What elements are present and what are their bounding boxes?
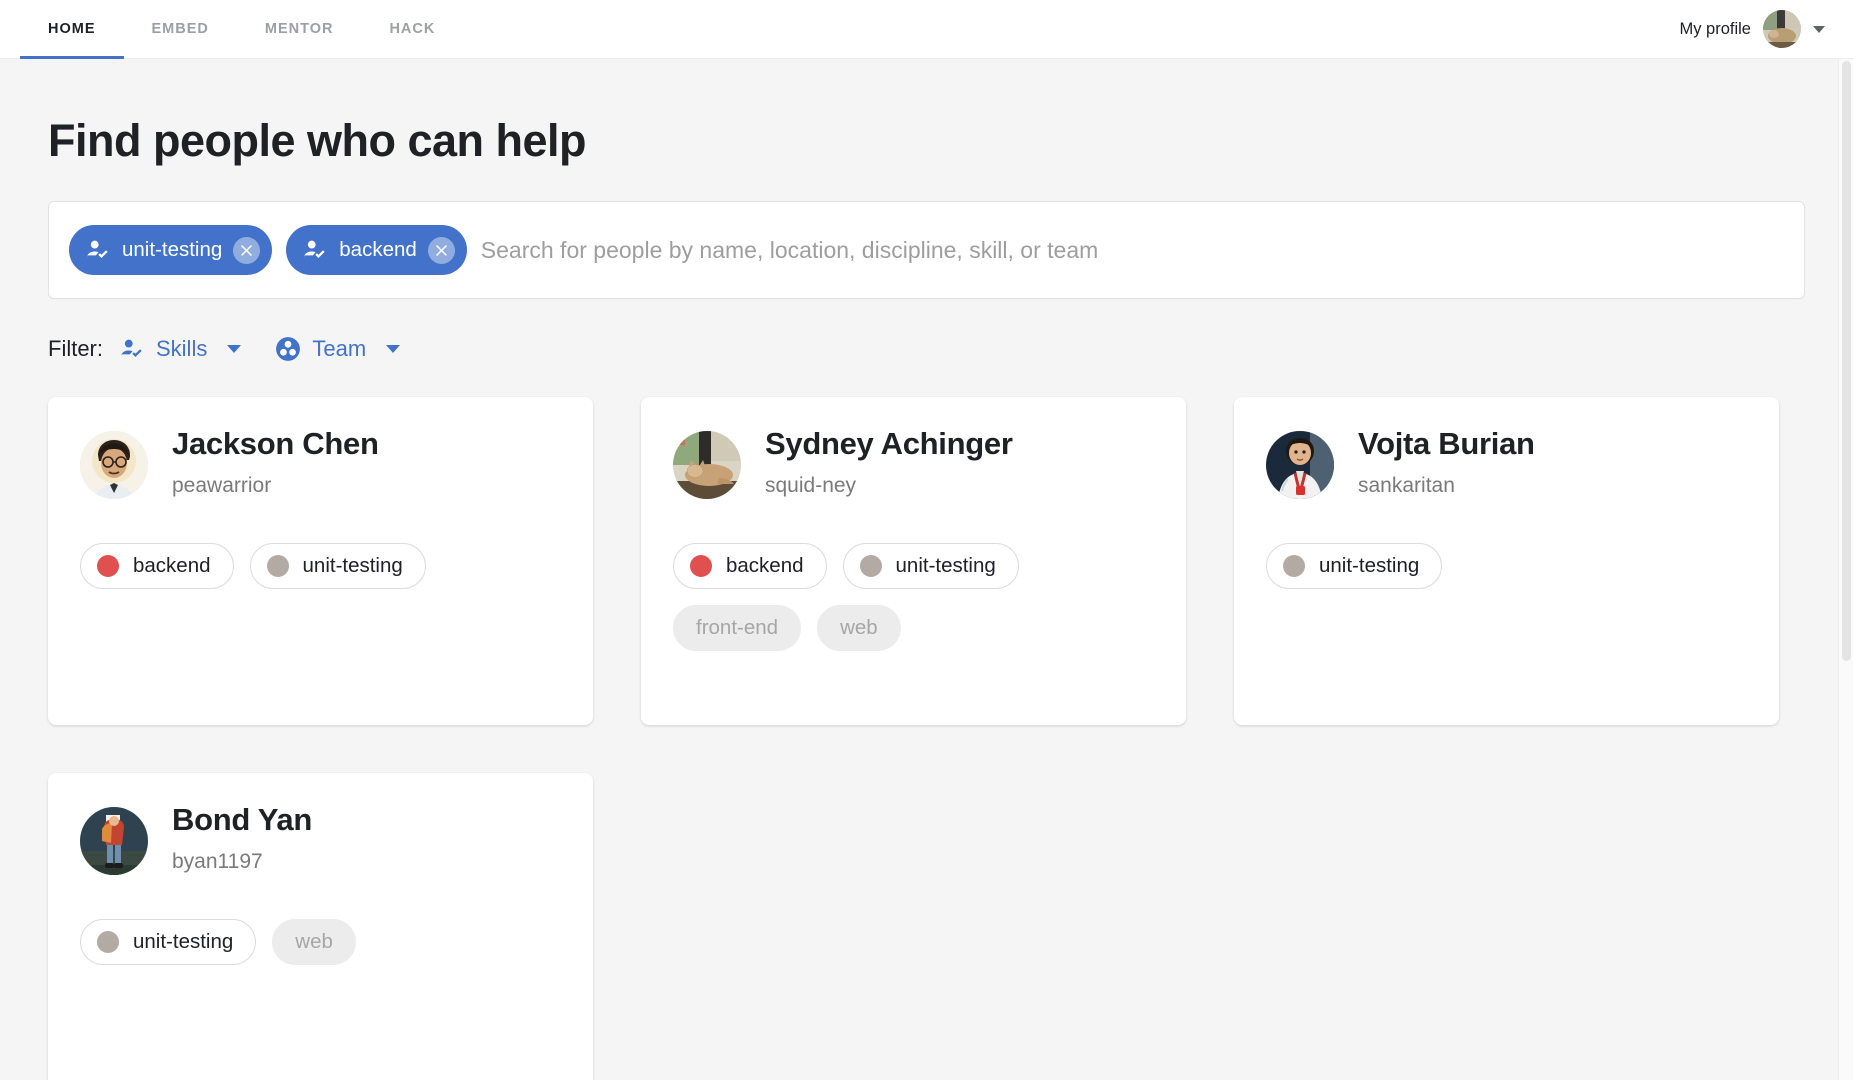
person-handle: squid-ney bbox=[765, 473, 857, 497]
person-name: Vojta Burian bbox=[1358, 426, 1535, 461]
skill-label: backend bbox=[726, 554, 804, 577]
close-circle-icon[interactable] bbox=[427, 236, 455, 264]
chevron-down-icon[interactable] bbox=[386, 345, 401, 353]
filter-team[interactable]: Team bbox=[275, 336, 401, 362]
skill-pill[interactable]: unit-testing bbox=[80, 919, 257, 965]
skill-pill[interactable]: front-end bbox=[673, 605, 802, 651]
search-chip-unit-testing[interactable]: unit-testing bbox=[69, 225, 273, 275]
filter-bar: Filter: Skills Team bbox=[48, 329, 1805, 369]
avatar bbox=[1763, 10, 1801, 48]
person-card[interactable]: Jackson Chen peawarrior backend unit-tes… bbox=[48, 397, 593, 725]
skill-color-dot bbox=[859, 555, 882, 577]
people-results-grid: Jackson Chen peawarrior backend unit-tes… bbox=[48, 397, 1805, 1080]
skill-label: web bbox=[840, 616, 878, 639]
skill-label: unit-testing bbox=[895, 554, 996, 577]
tab-mentor-label: MENTOR bbox=[264, 21, 334, 37]
tab-mentor[interactable]: MENTOR bbox=[237, 0, 362, 59]
person-check-icon bbox=[85, 237, 111, 263]
person-identity: Jackson Chen peawarrior bbox=[172, 426, 379, 498]
filter-label: Filter: bbox=[48, 336, 103, 361]
skill-label: backend bbox=[133, 554, 211, 577]
tab-home[interactable]: HOME bbox=[20, 0, 124, 59]
close-circle-icon[interactable] bbox=[233, 236, 261, 264]
search-input[interactable] bbox=[480, 236, 1784, 264]
filter-skills[interactable]: Skills bbox=[119, 336, 242, 362]
person-card-header: Bond Yan byan1197 bbox=[80, 802, 561, 875]
page-title: Find people who can help bbox=[48, 115, 587, 166]
tab-hack-label: HACK bbox=[389, 21, 436, 37]
search-chip-label: unit-testing bbox=[122, 238, 223, 261]
tab-hack[interactable]: HACK bbox=[361, 0, 463, 59]
skill-label: unit-testing bbox=[1319, 554, 1420, 577]
person-name: Sydney Achinger bbox=[765, 426, 1013, 461]
skill-list: backend unit-testing bbox=[80, 543, 561, 589]
skill-pill[interactable]: web bbox=[272, 919, 356, 965]
person-card[interactable]: Bond Yan byan1197 unit-testing web bbox=[48, 773, 593, 1080]
profile-label: My profile bbox=[1679, 19, 1751, 38]
skill-list: backend unit-testing front-end web bbox=[673, 543, 1154, 651]
tab-embed-label: EMBED bbox=[151, 21, 209, 37]
person-card[interactable]: Vojta Burian sankaritan unit-testing bbox=[1234, 397, 1779, 725]
filter-team-label: Team bbox=[312, 336, 367, 361]
skill-color-dot bbox=[690, 555, 712, 577]
skill-color-dot bbox=[97, 555, 119, 577]
person-card-header: Jackson Chen peawarrior bbox=[80, 426, 561, 499]
skill-list: unit-testing bbox=[1266, 543, 1747, 589]
team-group-icon bbox=[275, 336, 301, 362]
search-chip-label: backend bbox=[339, 238, 417, 261]
nav-tab-list: HOME EMBED MENTOR HACK bbox=[0, 0, 463, 59]
profile-menu[interactable]: My profile bbox=[1679, 10, 1853, 48]
skill-label: front-end bbox=[696, 616, 779, 639]
search-chip-backend[interactable]: backend bbox=[286, 225, 467, 275]
skill-color-dot bbox=[1283, 555, 1305, 577]
skill-list: unit-testing web bbox=[80, 919, 561, 965]
top-navigation-bar: HOME EMBED MENTOR HACK My profile bbox=[0, 0, 1853, 59]
avatar bbox=[80, 431, 148, 499]
person-card[interactable]: Sydney Achinger squid-ney backend unit-t… bbox=[641, 397, 1186, 725]
scrollbar-thumb[interactable] bbox=[1842, 61, 1851, 661]
skill-pill[interactable]: web bbox=[817, 605, 901, 651]
skill-label: unit-testing bbox=[302, 554, 403, 577]
person-name: Bond Yan bbox=[172, 802, 312, 837]
person-check-icon bbox=[119, 336, 145, 362]
skill-pill[interactable]: backend bbox=[80, 543, 234, 589]
person-handle: peawarrior bbox=[172, 473, 272, 497]
app-root: HOME EMBED MENTOR HACK My profile Find p… bbox=[0, 0, 1853, 1080]
skill-label: web bbox=[295, 930, 333, 953]
person-name: Jackson Chen bbox=[172, 426, 379, 461]
person-card-header: Vojta Burian sankaritan bbox=[1266, 426, 1747, 499]
skill-color-dot bbox=[97, 931, 119, 953]
person-handle: byan1197 bbox=[172, 849, 263, 873]
person-identity: Vojta Burian sankaritan bbox=[1358, 426, 1535, 498]
tab-embed[interactable]: EMBED bbox=[124, 0, 237, 59]
main-content: Find people who can help unit-testing ba… bbox=[0, 115, 1853, 1080]
chevron-down-icon[interactable] bbox=[1813, 25, 1825, 33]
avatar bbox=[673, 431, 741, 499]
avatar bbox=[1266, 431, 1334, 499]
skill-color-dot bbox=[266, 555, 289, 577]
skill-label: unit-testing bbox=[133, 930, 234, 953]
person-identity: Sydney Achinger squid-ney bbox=[765, 426, 1013, 498]
tab-home-label: HOME bbox=[48, 21, 96, 37]
person-card-header: Sydney Achinger squid-ney bbox=[673, 426, 1154, 499]
vertical-scrollbar[interactable] bbox=[1838, 59, 1853, 1080]
person-handle: sankaritan bbox=[1358, 473, 1455, 497]
person-identity: Bond Yan byan1197 bbox=[172, 802, 312, 874]
search-bar[interactable]: unit-testing backend bbox=[48, 201, 1805, 299]
skill-pill[interactable]: backend bbox=[673, 543, 827, 589]
skill-pill[interactable]: unit-testing bbox=[842, 543, 1019, 589]
chevron-down-icon[interactable] bbox=[227, 345, 242, 353]
avatar bbox=[80, 807, 148, 875]
skill-pill[interactable]: unit-testing bbox=[1266, 543, 1443, 589]
skill-pill[interactable]: unit-testing bbox=[249, 543, 426, 589]
person-check-icon bbox=[302, 237, 328, 263]
filter-skills-label: Skills bbox=[156, 336, 208, 361]
